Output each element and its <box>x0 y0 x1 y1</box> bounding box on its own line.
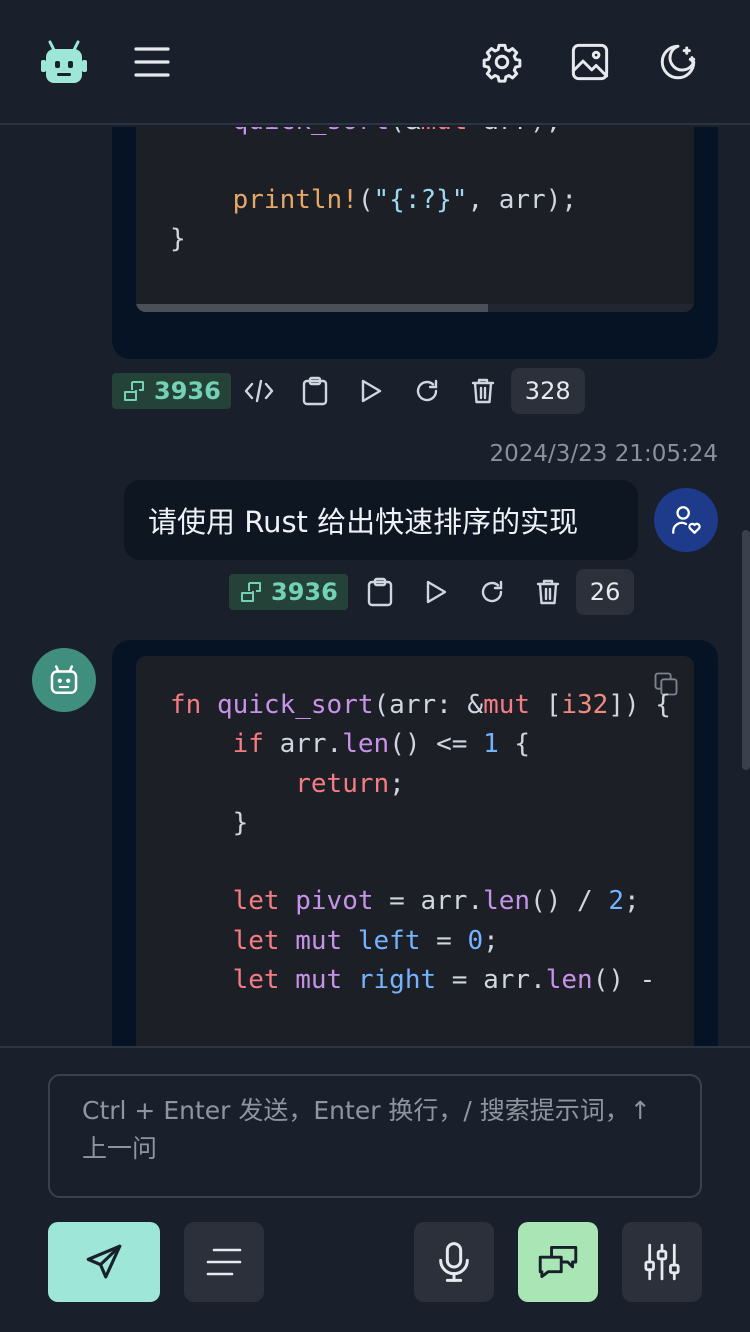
copy-icon[interactable] <box>287 368 343 414</box>
message-actions: 3936 328 <box>112 368 585 414</box>
message-input-box[interactable] <box>48 1074 702 1198</box>
code-text: fn quick_sort(arr: &mut [i32]) { if arr.… <box>170 690 671 996</box>
code-block[interactable]: fn quick_sort(arr: &mut [i32]) { if arr.… <box>136 656 694 1046</box>
assistant-message-bubble: fn quick_sort(arr: &mut [i32]) { if arr.… <box>112 640 718 1046</box>
user-avatar <box>654 488 718 552</box>
image-icon[interactable] <box>566 38 614 86</box>
regenerate-icon[interactable] <box>464 569 520 615</box>
token-count: 3936 <box>271 578 338 606</box>
message-length-badge: 26 <box>575 569 635 615</box>
message-list[interactable]: quick_sort(&mut arr); println!("{:?}", a… <box>0 127 750 1046</box>
user-message-bubble: 请使用 Rust 给出快速排序的实现 <box>124 480 638 560</box>
token-count-badge: 3936 <box>112 373 231 409</box>
code-scroll-thumb[interactable] <box>136 304 488 312</box>
gear-icon[interactable] <box>478 38 526 86</box>
robot-icon <box>50 665 78 694</box>
send-icon <box>86 1244 122 1279</box>
message-length-badge: 328 <box>510 368 585 414</box>
delete-icon[interactable] <box>455 368 511 414</box>
code-text: quick_sort(&mut arr); println!("{:?}", a… <box>170 127 578 254</box>
composer <box>0 1046 750 1332</box>
context-icon <box>241 582 261 602</box>
play-icon[interactable] <box>408 569 464 615</box>
settings-sliders-button[interactable] <box>622 1222 702 1302</box>
message-actions: 3936 26 <box>229 569 635 615</box>
prompt-list-icon <box>206 1248 242 1276</box>
code-block[interactable]: quick_sort(&mut arr); println!("{:?}", a… <box>136 127 694 312</box>
delete-icon[interactable] <box>520 569 576 615</box>
microphone-icon <box>439 1242 469 1282</box>
token-count-badge: 3936 <box>229 574 348 610</box>
voice-input-button[interactable] <box>414 1222 494 1302</box>
message-timestamp: 2024/3/23 21:05:24 <box>489 441 718 467</box>
chat-mode-button[interactable] <box>518 1222 598 1302</box>
code-view-icon[interactable] <box>231 368 287 414</box>
top-bar <box>0 0 750 125</box>
robot-logo-icon[interactable] <box>40 38 88 86</box>
chat-mode-icon <box>538 1246 578 1278</box>
regenerate-icon[interactable] <box>399 368 455 414</box>
chat-app: quick_sort(&mut arr); println!("{:?}", a… <box>0 0 750 1332</box>
send-button[interactable] <box>48 1222 160 1302</box>
menu-icon[interactable] <box>128 38 176 86</box>
chat-scrollbar[interactable] <box>742 530 750 770</box>
user-heart-icon <box>672 506 701 534</box>
assistant-avatar <box>32 648 96 712</box>
settings-sliders-icon <box>644 1243 680 1281</box>
prompt-list-button[interactable] <box>184 1222 264 1302</box>
play-icon[interactable] <box>343 368 399 414</box>
user-message-text: 请使用 Rust 给出快速排序的实现 <box>148 505 579 539</box>
copy-icon[interactable] <box>352 569 408 615</box>
code-horizontal-scrollbar[interactable] <box>136 304 694 312</box>
moon-icon[interactable] <box>654 38 702 86</box>
assistant-message-bubble: quick_sort(&mut arr); println!("{:?}", a… <box>112 127 718 359</box>
token-count: 3936 <box>154 377 221 405</box>
message-input[interactable] <box>50 1076 700 1196</box>
context-icon <box>124 381 144 401</box>
